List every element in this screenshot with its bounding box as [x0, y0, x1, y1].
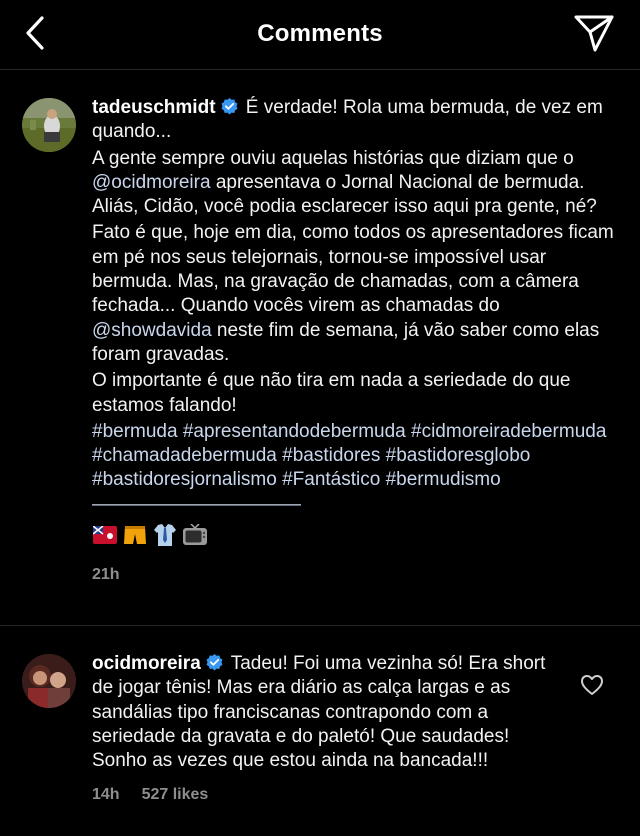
mention-link[interactable]: @ocidmoreira [92, 172, 211, 193]
comment-timestamp: 21h [92, 566, 120, 584]
comment-username[interactable]: tadeuschmidt [92, 97, 216, 118]
page-title: Comments [257, 20, 383, 47]
verified-badge-icon [220, 97, 239, 116]
header-bar: Comments [0, 0, 640, 70]
comment-meta-row: 14h 527 likes [92, 783, 567, 807]
comment-username[interactable]: ocidmoreira [92, 653, 201, 674]
likes-count[interactable]: 527 likes [142, 783, 209, 807]
comment-text: ocidmoreira Tadeu! Foi uma vezinha só! E… [92, 652, 567, 773]
television-icon [182, 523, 208, 547]
comment-text-segment: A gente sempre ouviu aquelas histórias q… [92, 147, 574, 169]
verified-badge-icon [205, 653, 224, 672]
emoji-row [92, 521, 622, 549]
flag-bermuda-icon [92, 523, 118, 547]
share-button[interactable] [572, 12, 616, 54]
comment-text: tadeuschmidt É verdade! Rola uma bermuda… [92, 96, 622, 145]
shorts-icon [122, 523, 148, 547]
avatar[interactable] [22, 654, 76, 708]
avatar-photo-icon [22, 654, 76, 708]
heart-icon [581, 675, 603, 695]
comment-paragraph: O importante é que não tira em nada a se… [92, 370, 571, 416]
hashtag-list[interactable]: #bermuda #apresentandodebermuda #cidmore… [92, 420, 622, 517]
comment-paragraph: A gente sempre ouviu aquelas histórias q… [92, 147, 622, 220]
avatar[interactable] [22, 98, 76, 152]
shirt-tie-icon [152, 523, 178, 547]
comment-timestamp: 14h [92, 786, 120, 804]
like-button[interactable] [580, 674, 606, 698]
paper-plane-icon [574, 15, 614, 52]
avatar-photo-icon [22, 98, 76, 152]
comment-paragraph: Fato é que, hoje em dia, como todos os a… [92, 221, 622, 367]
divider [0, 625, 640, 626]
comment-text-segment: Fato é que, hoje em dia, como todos os a… [92, 222, 614, 317]
mention-link[interactable]: @showdavida [92, 320, 212, 341]
